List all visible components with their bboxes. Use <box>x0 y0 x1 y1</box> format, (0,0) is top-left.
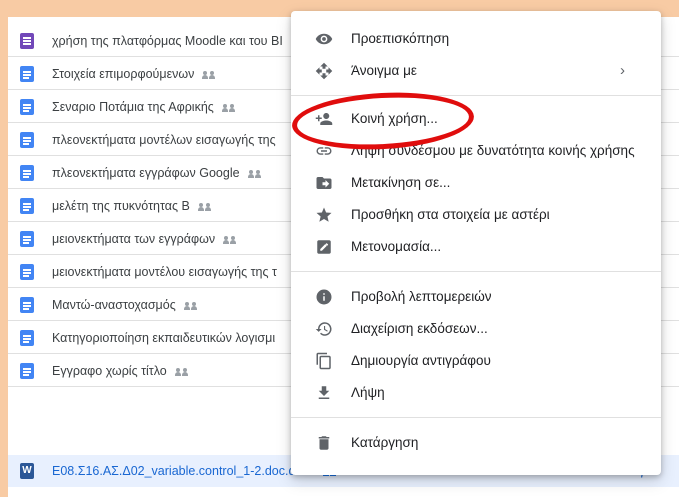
history-icon <box>315 320 333 338</box>
file-name-text: Ε08.Σ16.ΑΣ.Δ02_variable.control_1-2.doc.… <box>52 464 315 478</box>
file-name: πλεονεκτήματα μοντέλων εισαγωγής της <box>52 124 276 156</box>
file-name-text: Μαντώ-αναστοχασμός <box>52 298 176 312</box>
file-name-text: Σεναριο Ποτάμια της Αφρικής <box>52 100 214 114</box>
doc-file-icon <box>20 165 34 181</box>
menu-item-share[interactable]: Κοινή χρήση... <box>291 103 661 135</box>
shared-people-icon <box>197 202 212 212</box>
file-name: χρήση της πλατφόρμας Moodle και του BI <box>52 25 283 57</box>
file-name-text: πλεονεκτήματα εγγράφων Google <box>52 166 240 180</box>
menu-label-open-with: Άνοιγμα με <box>351 63 417 78</box>
file-name-text: Κατηγοριοποίηση εκπαιδευτικών λογισμι <box>52 331 276 345</box>
trash-icon <box>315 434 333 452</box>
file-name: πλεονεκτήματα εγγράφων Google <box>52 157 262 189</box>
doc-file-icon <box>20 66 34 82</box>
menu-separator <box>291 95 661 96</box>
menu-label-versions: Διαχείριση εκδόσεων... <box>351 321 488 336</box>
edit-icon <box>315 238 333 256</box>
file-name: Στοιχεία επιμορφούμενων <box>52 58 216 90</box>
menu-item-rename[interactable]: Μετονομασία... <box>291 231 661 263</box>
menu-item-open-with[interactable]: Άνοιγμα με › <box>291 55 661 87</box>
doc-file-icon <box>20 363 34 379</box>
add-person-icon <box>315 110 333 128</box>
menu-item-download[interactable]: Λήψη <box>291 377 661 409</box>
word-file-icon: W <box>20 463 34 479</box>
menu-label-rename: Μετονομασία... <box>351 239 442 254</box>
file-name: Εγγραφο χωρίς τίτλο <box>52 355 189 387</box>
menu-label-add-star: Προσθήκη στα στοιχεία με αστέρι <box>351 207 550 222</box>
doc-file-icon <box>20 99 34 115</box>
menu-label-preview: Προεπισκόπηση <box>351 31 450 46</box>
menu-item-details[interactable]: Προβολή λεπτομερειών <box>291 281 661 313</box>
move-folder-icon <box>315 174 333 192</box>
menu-item-get-link[interactable]: Λήψη συνδέσμου με δυνατότητα κοινής χρήσ… <box>291 135 661 167</box>
shared-people-icon <box>183 301 198 311</box>
menu-item-move-to[interactable]: Μετακίνηση σε... <box>291 167 661 199</box>
open-with-arrows-icon <box>315 62 333 80</box>
menu-separator <box>291 417 661 418</box>
file-name-text: χρήση της πλατφόρμας Moodle και του BI <box>52 34 283 48</box>
file-name-text: μειονεκτήματα μοντέλου εισαγωγής της τ <box>52 265 277 279</box>
menu-item-remove[interactable]: Κατάργηση <box>291 427 661 459</box>
menu-label-download: Λήψη <box>351 385 385 400</box>
file-name: Μαντώ-αναστοχασμός <box>52 289 198 321</box>
file-name-text: μειονεκτήματα των εγγράφων <box>52 232 216 246</box>
doc-file-icon <box>20 297 34 313</box>
shared-people-icon <box>174 367 189 377</box>
star-icon <box>315 206 333 224</box>
menu-label-remove: Κατάργηση <box>351 435 419 450</box>
doc-file-icon <box>20 132 34 148</box>
download-icon <box>315 384 333 402</box>
doc-file-icon <box>20 198 34 214</box>
menu-label-get-link: Λήψη συνδέσμου με δυνατότητα κοινής χρήσ… <box>351 143 635 158</box>
eye-icon <box>315 30 333 48</box>
file-name-text: Στοιχεία επιμορφούμενων <box>52 67 195 81</box>
chevron-right-icon: › <box>620 62 625 79</box>
file-name-text: Εγγραφο χωρίς τίτλο <box>52 364 167 378</box>
file-name: Κατηγοριοποίηση εκπαιδευτικών λογισμι <box>52 322 275 354</box>
context-menu: Προεπισκόπηση Άνοιγμα με › Κοινή χρήση..… <box>291 11 661 475</box>
doc-file-icon <box>20 330 34 346</box>
file-name: Σεναριο Ποτάμια της Αφρικής <box>52 91 236 123</box>
doc-file-icon <box>20 264 34 280</box>
file-name: μειονεκτήματα των εγγράφων <box>52 223 237 255</box>
shared-people-icon <box>202 70 216 80</box>
menu-label-share: Κοινή χρήση... <box>351 111 438 126</box>
form-file-icon <box>20 33 34 49</box>
file-name: μειονεκτήματα μοντέλου εισαγωγής της τ <box>52 256 277 288</box>
copy-icon <box>315 352 333 370</box>
shared-people-icon <box>247 169 262 179</box>
menu-separator <box>291 271 661 272</box>
link-icon <box>315 142 333 160</box>
menu-item-add-star[interactable]: Προσθήκη στα στοιχεία με αστέρι <box>291 199 661 231</box>
menu-item-preview[interactable]: Προεπισκόπηση <box>291 23 661 55</box>
file-name-text: πλεονεκτήματα μοντέλων εισαγωγής της <box>52 133 276 147</box>
shared-people-icon <box>223 235 237 245</box>
menu-label-move-to: Μετακίνηση σε... <box>351 175 451 190</box>
doc-file-icon <box>20 231 34 247</box>
menu-item-copy[interactable]: Δημιουργία αντιγράφου <box>291 345 661 377</box>
menu-label-details: Προβολή λεπτομερειών <box>351 289 492 304</box>
file-name: μελέτη της πυκνότητας Β <box>52 190 212 222</box>
menu-item-versions[interactable]: Διαχείριση εκδόσεων... <box>291 313 661 345</box>
info-icon <box>315 288 333 306</box>
menu-label-copy: Δημιουργία αντιγράφου <box>351 353 491 368</box>
file-name-text: μελέτη της πυκνότητας Β <box>52 199 190 213</box>
shared-people-icon <box>221 103 236 113</box>
